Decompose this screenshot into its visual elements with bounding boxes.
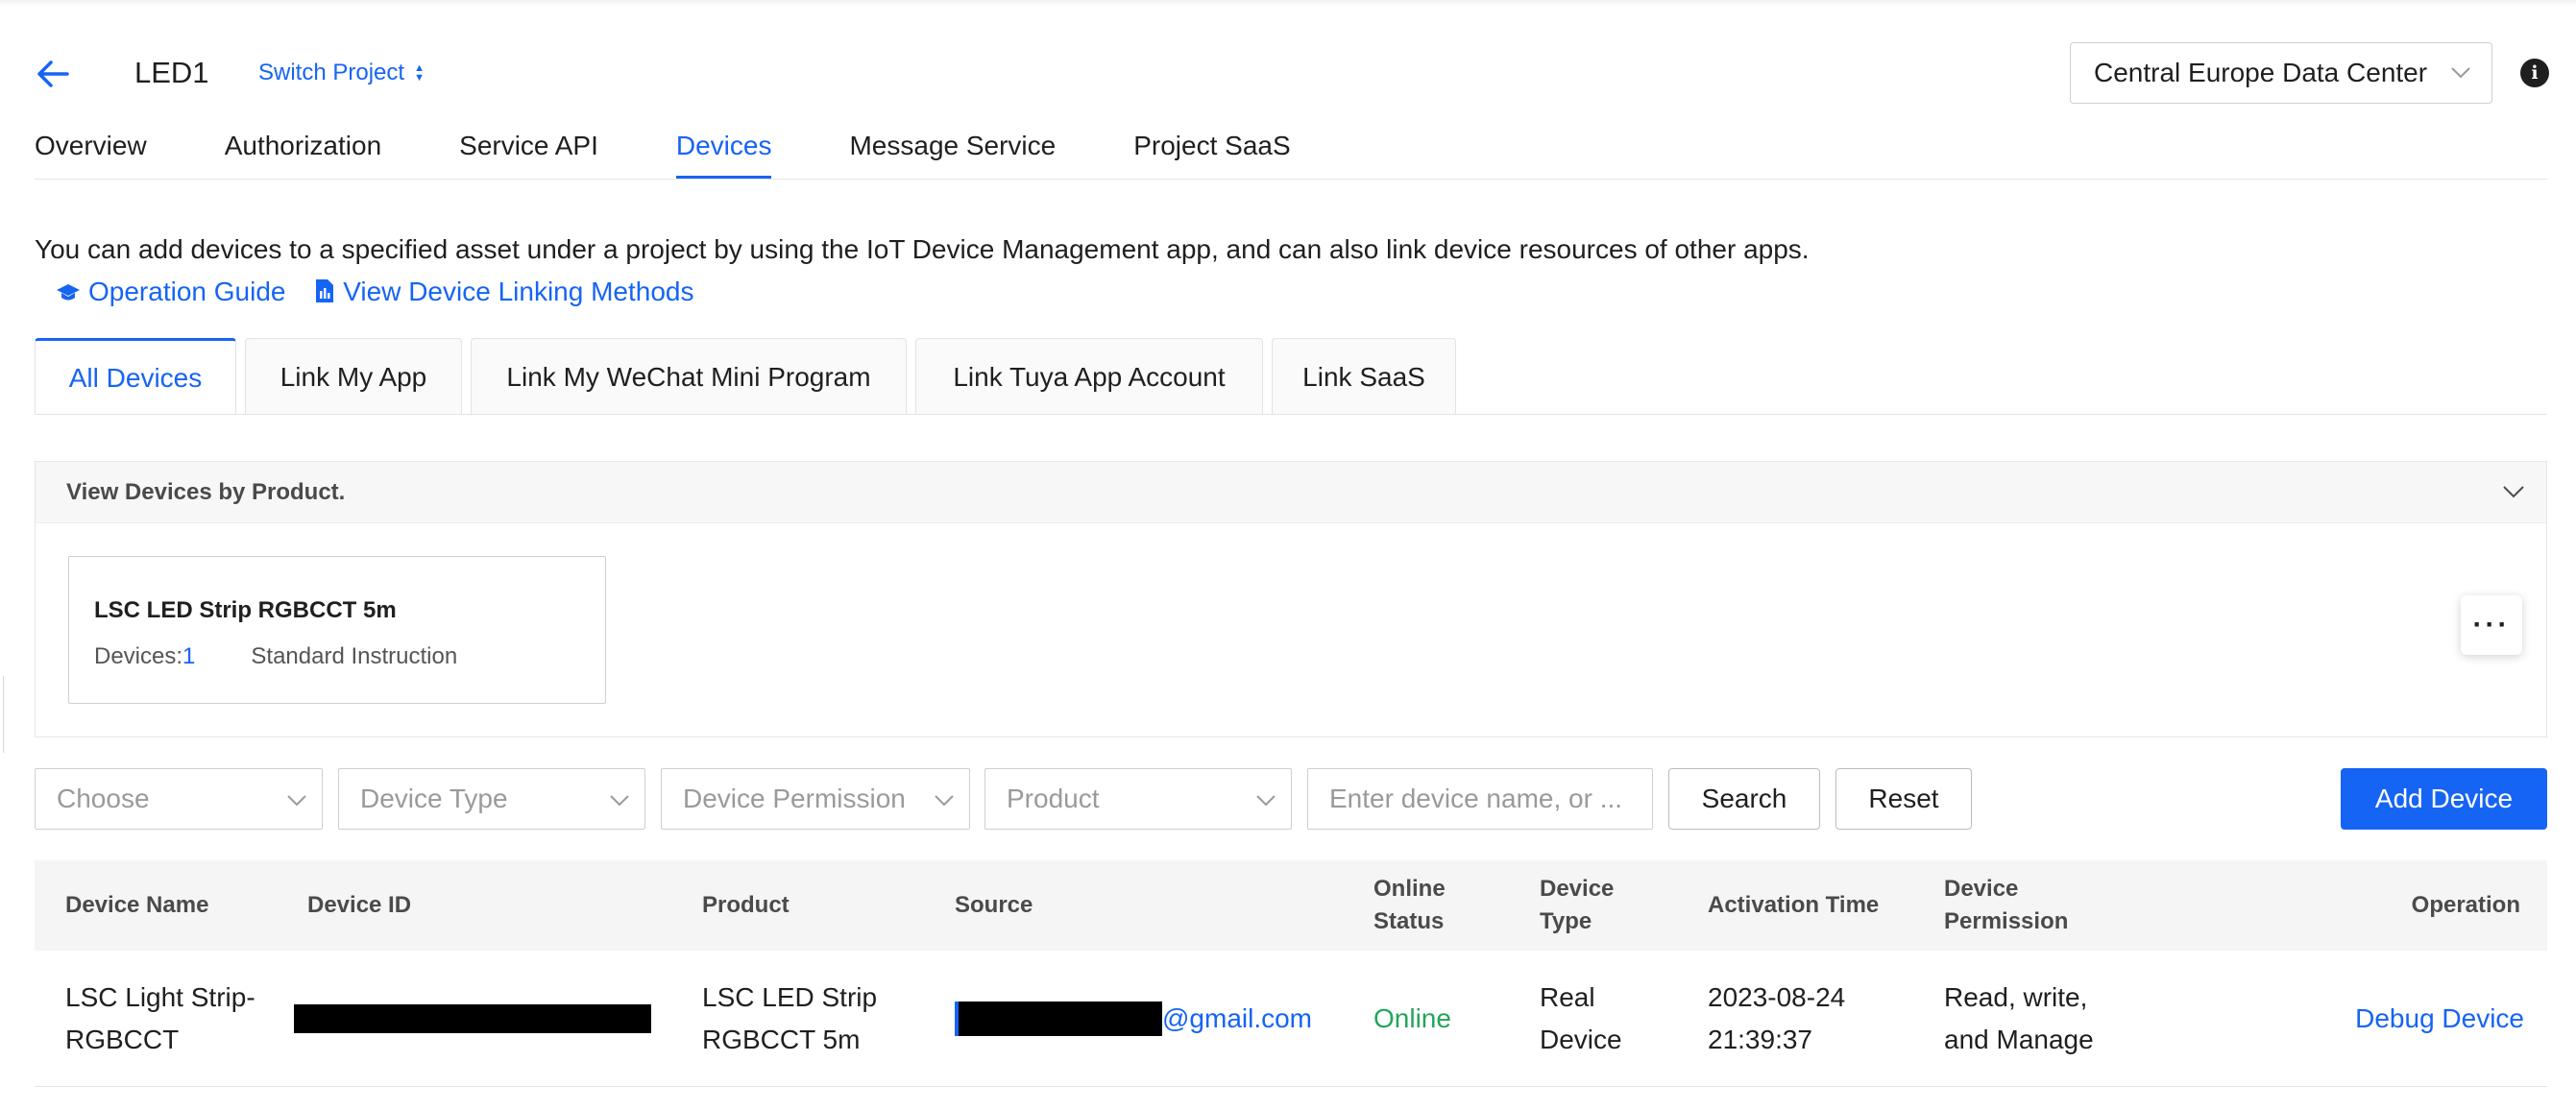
document-icon	[316, 279, 334, 302]
data-center-select[interactable]: Central Europe Data Center	[2070, 42, 2492, 104]
col-activation-time: Activation Time	[1708, 892, 1880, 918]
col-device-id: Device ID	[307, 892, 412, 918]
redacted-device-id	[294, 1004, 651, 1033]
devices-label: Devices:	[94, 643, 183, 669]
chevron-down-icon	[1256, 795, 1276, 807]
device-type-select[interactable]: Device Type	[338, 768, 645, 830]
col-device-type: Device Type	[1540, 876, 1615, 934]
col-product: Product	[702, 892, 790, 918]
cell-activation-time: 2023-08-24 21:39:37	[1708, 982, 1846, 1054]
chevron-down-icon[interactable]	[2502, 483, 2525, 502]
col-device-name: Device Name	[65, 892, 209, 918]
chevron-down-icon	[935, 795, 954, 807]
info-icon[interactable]: i	[2520, 59, 2549, 87]
devices-count[interactable]: 1	[182, 643, 195, 669]
search-button[interactable]: Search	[1668, 768, 1820, 830]
project-name: LED1	[134, 56, 209, 89]
subtab-link-my-app[interactable]: Link My App	[245, 338, 462, 415]
cell-device-permission: Read, write, and Manage	[1944, 982, 2094, 1054]
product-card-meta: Devices:1 Standard Instruction	[94, 641, 605, 672]
graduation-cap-icon	[57, 284, 80, 301]
operation-guide-link[interactable]: Operation Guide	[56, 277, 285, 306]
debug-device-link[interactable]: Debug Device	[2332, 951, 2524, 1087]
sort-arrows-icon: ▲ ▼	[414, 62, 425, 84]
source-email-suffix: @gmail.com	[1162, 1003, 1313, 1033]
reset-button[interactable]: Reset	[1835, 768, 1972, 830]
chevron-down-icon	[287, 795, 306, 807]
tab-authorization[interactable]: Authorization	[225, 129, 381, 179]
tab-overview[interactable]: Overview	[35, 129, 147, 179]
data-center-value: Central Europe Data Center	[2094, 58, 2428, 87]
search-placeholder: Enter device name, or ...	[1329, 784, 1623, 813]
product-placeholder: Product	[1007, 784, 1100, 813]
add-device-button[interactable]: Add Device	[2341, 768, 2547, 830]
product-card-name: LSC LED Strip RGBCCT 5m	[94, 597, 397, 623]
col-operation: Operation	[2411, 892, 2520, 918]
device-type-placeholder: Device Type	[360, 784, 508, 813]
cell-device-name: LSC Light Strip-RGBCCT	[65, 982, 255, 1054]
view-linking-methods-link[interactable]: View Device Linking Methods	[314, 277, 693, 306]
side-handle[interactable]	[0, 676, 4, 753]
tab-devices[interactable]: Devices	[675, 129, 771, 179]
product-panel: View Devices by Product. LSC LED Strip R…	[35, 461, 2547, 737]
main-nav: Overview Authorization Service API Devic…	[35, 129, 1369, 179]
product-card-instruction: Standard Instruction	[251, 643, 458, 669]
chevron-down-icon	[610, 795, 629, 807]
device-search-input[interactable]: Enter device name, or ...	[1307, 768, 1653, 830]
col-device-permission: Device Permission	[1944, 876, 2069, 934]
tab-message-service[interactable]: Message Service	[849, 129, 1056, 179]
subtab-link-saas[interactable]: Link SaaS	[1272, 338, 1456, 415]
device-permission-placeholder: Device Permission	[683, 784, 906, 813]
product-select[interactable]: Product	[984, 768, 1292, 830]
subtab-all-devices[interactable]: All Devices	[35, 338, 236, 415]
product-card[interactable]: LSC LED Strip RGBCCT 5m Devices:1 Standa…	[68, 556, 606, 704]
product-panel-title: View Devices by Product.	[66, 479, 346, 505]
more-icon[interactable]: ···	[2461, 595, 2522, 655]
cell-source[interactable]: @gmail.com	[955, 951, 1312, 1087]
subtab-link-tuya-app-account[interactable]: Link Tuya App Account	[915, 338, 1263, 415]
col-online-status: Online Status	[1373, 876, 1446, 934]
cell-device-type: Real Device	[1540, 982, 1622, 1054]
cell-product: LSC LED Strip RGBCCT 5m	[702, 982, 878, 1054]
tab-project-saas[interactable]: Project SaaS	[1133, 129, 1290, 179]
device-table-header: Device Name Device ID Product Source Onl…	[35, 860, 2547, 951]
subtabs-divider	[35, 414, 2547, 415]
switch-project-button[interactable]: Switch Project ▲ ▼	[258, 58, 425, 88]
devices-description: You can add devices to a specified asset…	[35, 229, 1859, 313]
redacted-source-email	[955, 1001, 1162, 1036]
subtab-link-wechat-mini-program[interactable]: Link My WeChat Mini Program	[471, 338, 907, 415]
device-permission-select[interactable]: Device Permission	[661, 768, 970, 830]
tab-service-api[interactable]: Service API	[459, 129, 598, 179]
view-linking-methods-label: View Device Linking Methods	[343, 277, 694, 306]
back-arrow-icon[interactable]	[33, 54, 73, 94]
product-panel-header[interactable]: View Devices by Product.	[36, 462, 2546, 523]
choose-placeholder: Choose	[57, 784, 150, 813]
table-row: LSC Light Strip-RGBCCT LSC LED Strip RGB…	[35, 951, 2547, 1087]
description-text: You can add devices to a specified asset…	[35, 234, 1810, 264]
device-subtabs: All Devices Link My App Link My WeChat M…	[35, 338, 1465, 415]
product-card-devices: Devices:1	[94, 641, 195, 672]
top-shadow	[0, 0, 2576, 6]
chevron-down-icon	[2451, 67, 2470, 79]
cell-device-id	[294, 951, 651, 1087]
nav-divider	[35, 179, 2547, 180]
operation-guide-label: Operation Guide	[88, 277, 286, 306]
choose-select[interactable]: Choose	[35, 768, 323, 830]
switch-project-label: Switch Project	[258, 60, 405, 85]
col-source: Source	[955, 892, 1033, 918]
cell-online-status: Online	[1373, 1003, 1451, 1033]
